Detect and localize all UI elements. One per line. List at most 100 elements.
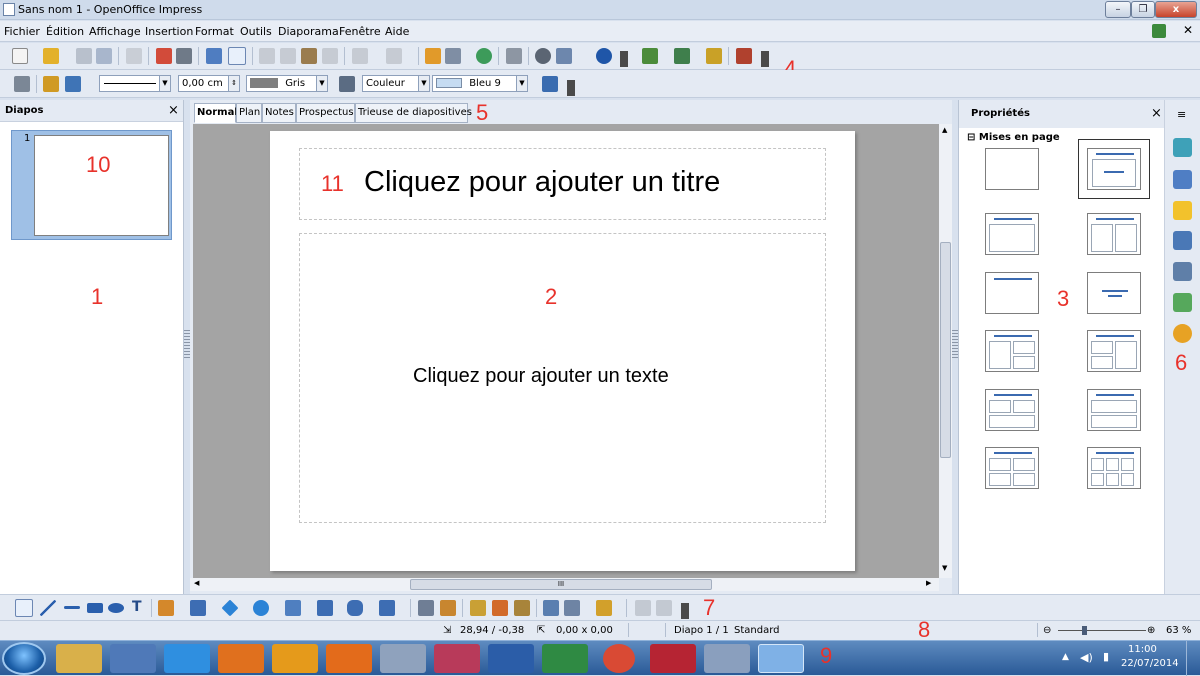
layout-title-four[interactable] <box>985 447 1039 489</box>
insert-chart-icon[interactable] <box>425 48 441 64</box>
extrusion-icon[interactable] <box>543 600 559 616</box>
fill-color-select[interactable]: Bleu 9 ▼ <box>432 75 528 92</box>
styles-icon[interactable] <box>1173 262 1192 281</box>
ellipse-icon[interactable] <box>108 603 124 613</box>
paint-icon[interactable] <box>110 644 156 673</box>
new-slide-icon[interactable] <box>642 48 658 64</box>
redo-icon[interactable] <box>386 48 402 64</box>
horizontal-scrollbar[interactable]: ◀ III ▶ <box>190 578 939 591</box>
menu-insertion[interactable]: Insertion <box>145 25 193 38</box>
properties-deck-icon[interactable] <box>1173 138 1192 157</box>
curve-icon[interactable] <box>158 600 174 616</box>
edit-file-icon[interactable] <box>126 48 142 64</box>
chrome-icon[interactable] <box>603 644 635 673</box>
menu-fenetre[interactable]: Fenêtre <box>339 25 381 38</box>
firefox-icon[interactable] <box>218 644 264 673</box>
copy-icon[interactable] <box>280 48 296 64</box>
select-icon[interactable] <box>15 599 33 617</box>
slide-thumbnail-1[interactable]: 1 <box>11 130 172 240</box>
update-icon[interactable] <box>1152 24 1166 38</box>
rectangle-icon[interactable] <box>87 603 103 613</box>
excel-icon[interactable] <box>542 644 588 673</box>
master-pages-icon[interactable] <box>1173 170 1192 189</box>
help-icon[interactable] <box>596 48 612 64</box>
menu-affichage[interactable]: Affichage <box>89 25 141 38</box>
undo-icon[interactable] <box>352 48 368 64</box>
menu-format[interactable]: Format <box>195 25 234 38</box>
tray-expand-icon[interactable]: ▲ <box>1062 652 1069 662</box>
line-color-select[interactable]: Gris ▼ <box>246 75 328 92</box>
line-icon[interactable] <box>43 76 59 92</box>
slide-layout-icon[interactable] <box>674 48 690 64</box>
layout-title-content-top-bottom[interactable] <box>1087 389 1141 431</box>
save-icon[interactable] <box>76 48 92 64</box>
tab-plan[interactable]: Plan <box>236 103 262 123</box>
slide[interactable]: 11 Cliquez pour ajouter un titre 2 Cliqu… <box>270 131 855 571</box>
content-placeholder[interactable]: 2 Cliquez pour ajouter un texte <box>299 233 826 523</box>
format-paintbrush-icon[interactable] <box>322 48 338 64</box>
animation-icon[interactable] <box>656 600 672 616</box>
export-pdf-icon[interactable] <box>156 48 172 64</box>
vertical-scrollbar[interactable]: ▲ ▼ <box>939 124 952 578</box>
slide-transition-icon[interactable] <box>1173 231 1192 250</box>
tab-trieuse[interactable]: Trieuse de diapositives <box>355 103 472 123</box>
openoffice-icon[interactable] <box>758 644 804 673</box>
arrow-style-icon[interactable] <box>65 76 81 92</box>
spellcheck-icon[interactable] <box>206 48 222 64</box>
gallery-icon[interactable] <box>1173 293 1192 312</box>
custom-animation-icon[interactable] <box>1173 201 1192 220</box>
open-folder-icon[interactable] <box>43 48 59 64</box>
toolbar-overflow-icon[interactable] <box>681 603 689 619</box>
navigator-icon[interactable] <box>1173 324 1192 343</box>
outlook-icon[interactable] <box>272 644 318 673</box>
menu-diaporama[interactable]: Diaporama <box>278 25 339 38</box>
paste-icon[interactable] <box>301 48 317 64</box>
internet-explorer-icon[interactable] <box>164 644 210 673</box>
media-player-icon[interactable] <box>326 644 372 673</box>
arrange-icon[interactable] <box>596 600 612 616</box>
horizontal-scroll-thumb[interactable]: III <box>410 579 712 590</box>
arrow-tool-icon[interactable] <box>64 606 80 609</box>
menu-outils[interactable]: Outils <box>240 25 272 38</box>
block-arrows-icon[interactable] <box>285 600 301 616</box>
toolbar-overflow-icon[interactable] <box>761 51 769 67</box>
word-icon[interactable] <box>488 644 534 673</box>
calculator-icon[interactable] <box>380 644 426 673</box>
layout-centered-text[interactable] <box>1087 272 1141 314</box>
menu-fichier[interactable]: Fichier <box>4 25 40 38</box>
tab-prospectus[interactable]: Prospectus <box>296 103 355 123</box>
toolbar-overflow-icon[interactable] <box>567 80 575 96</box>
navigator-icon[interactable] <box>476 48 492 64</box>
menu-aide[interactable]: Aide <box>385 25 409 38</box>
zoom-in-icon[interactable]: ⊕ <box>1147 625 1155 636</box>
layout-title-two-rows-col[interactable] <box>1087 330 1141 372</box>
layout-title-two-rows-two[interactable] <box>985 389 1039 431</box>
fill-type-select[interactable]: Couleur ▼ <box>362 75 430 92</box>
acrobat-icon[interactable] <box>650 644 696 673</box>
insert-image-icon[interactable] <box>514 600 530 616</box>
slideshow-icon[interactable] <box>736 48 752 64</box>
toolbar-overflow-icon[interactable] <box>620 51 628 67</box>
sidebar-menu-icon[interactable]: ≡ <box>1177 108 1186 121</box>
layout-title-content-box[interactable] <box>985 213 1039 255</box>
grid-icon[interactable] <box>506 48 522 64</box>
slide-design-icon[interactable] <box>706 48 722 64</box>
email-icon[interactable] <box>96 48 112 64</box>
points-icon[interactable] <box>418 600 434 616</box>
text-tool-icon[interactable]: T <box>132 599 142 615</box>
connector-icon[interactable] <box>190 600 206 616</box>
stars-icon[interactable] <box>379 600 395 616</box>
layout-title-content[interactable] <box>1078 139 1150 199</box>
close-document-icon[interactable]: ✕ <box>1183 23 1193 37</box>
explorer-icon[interactable] <box>56 644 102 673</box>
layout-name[interactable]: Standard <box>734 625 780 636</box>
network-icon[interactable]: ▮ <box>1103 650 1109 663</box>
area-fill-icon[interactable] <box>339 76 355 92</box>
line-width-field[interactable]: 0,00 cm ⇕ <box>178 75 240 92</box>
layout-blank[interactable] <box>985 148 1039 190</box>
new-document-icon[interactable] <box>12 48 28 64</box>
vertical-scroll-thumb[interactable] <box>940 242 951 458</box>
cut-icon[interactable] <box>259 48 275 64</box>
line-tool-icon[interactable] <box>40 600 56 616</box>
interaction-icon[interactable] <box>635 600 651 616</box>
